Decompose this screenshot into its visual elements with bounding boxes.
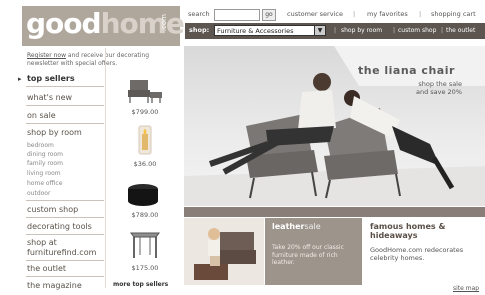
go-button[interactable]: go [262,9,276,21]
site-map-link[interactable]: site map [453,285,479,292]
divider: | [441,27,444,34]
leather-sale-text: Take 20% off our classic furniture made … [272,244,344,266]
nav-room-bedroom[interactable]: bedroom [27,142,54,149]
nav-room-living[interactable]: living room [27,170,61,177]
child-on-chair-image [184,218,264,285]
nav-divider [26,260,104,261]
custom-shop-link[interactable]: custom shop [398,27,436,34]
nav-custom-shop[interactable]: custom shop [27,205,78,214]
customer-service-link[interactable]: customer service [287,10,343,18]
divider: | [353,10,356,18]
product-price: $175.00 [131,264,159,272]
leather-sale-photo[interactable] [184,218,264,285]
hero-divider-bar [184,207,485,217]
nav-the-magazine[interactable]: the magazine [27,281,82,290]
famous-homes-title[interactable]: famous homes & hideaways [370,222,480,240]
nav-the-outlet[interactable]: the outlet [27,264,66,273]
nav-decorating-tools[interactable]: decorating tools [27,222,92,231]
nav-divider [26,86,104,87]
product-price: $789.00 [131,211,159,219]
nav-divider [26,105,104,106]
search-label: search [188,10,210,18]
shop-category-select[interactable]: Furniture & Accessories ▼ [214,25,326,36]
column-divider [105,48,106,288]
product-side-table-image[interactable] [128,227,162,261]
nav-shop-at[interactable]: shop at [27,238,57,247]
divider: | [419,10,422,18]
logo-com: .com [160,14,168,32]
nav-divider [26,276,104,277]
leather-sale-title[interactable]: leathersale [272,222,321,231]
shop-by-room-link[interactable]: shop by room [341,27,382,34]
product-price: $799.00 [131,108,159,116]
nav-on-sale[interactable]: on sale [27,111,56,120]
nav-room-family[interactable]: family room [27,160,63,167]
divider: | [334,27,337,34]
shopping-cart-link[interactable]: shopping cart [431,10,476,18]
more-top-sellers-link[interactable]: more top sellers [113,281,168,288]
chevron-down-icon[interactable]: ▼ [314,26,325,35]
hero-sub-line: shop the sale [418,80,462,88]
the-outlet-link[interactable]: the outlet [446,27,475,34]
nav-divider [26,200,104,201]
nav-room-outdoor[interactable]: outdoor [27,190,50,197]
register-now-link[interactable]: Register now [27,52,66,59]
logo-home: home [100,7,185,40]
nav-divider [26,234,104,235]
my-favorites-link[interactable]: my favorites [367,10,408,18]
arrow-right-icon: ▸ [18,75,22,83]
nav-divider [26,123,104,124]
product-armchair-image[interactable] [124,74,166,106]
nav-room-office[interactable]: home office [27,180,62,187]
nav-shop-by-room[interactable]: shop by room [27,128,82,137]
product-ottoman-image[interactable] [125,179,161,209]
hero-subtitle: shop the sale and save 20% [398,80,462,96]
title-light: sale [304,222,321,231]
nav-whats-new[interactable]: what's new [27,93,72,102]
shop-label: shop: [189,26,210,34]
title-bold: leather [272,222,305,231]
search-input[interactable] [214,9,260,21]
hero-title[interactable]: the liana chair [358,64,455,77]
product-price: $36.00 [133,160,157,168]
hero-sub-line: and save 20% [415,88,462,96]
nav-furniturefind[interactable]: furniturefind.com [27,248,96,257]
nav-divider [26,217,104,218]
famous-homes-text: GoodHome.com redecorates celebrity homes… [370,246,464,262]
nav-top-sellers[interactable]: top sellers [27,74,75,83]
shop-select-value: Furniture & Accessories [217,27,294,35]
logo-good: good [26,7,102,40]
divider: | [393,27,396,34]
nav-room-dining[interactable]: dining room [27,151,63,158]
product-candle-image[interactable] [135,122,155,158]
